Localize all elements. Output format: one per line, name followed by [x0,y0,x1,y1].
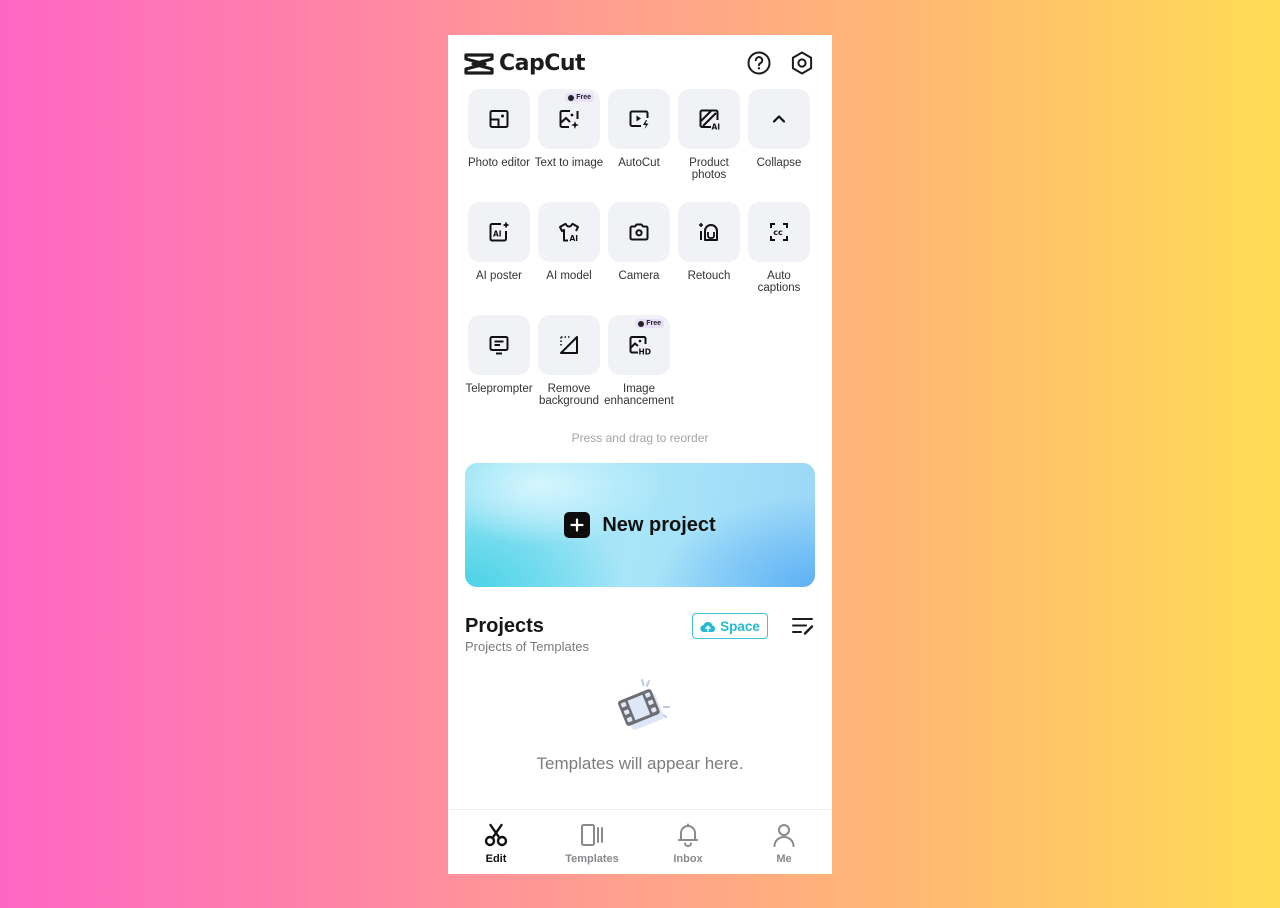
tool-label: Remove background [538,383,600,407]
tool-tile[interactable]: cc [748,202,810,262]
svg-text:cc: cc [773,228,783,237]
tool-label: Teleprompter [465,383,533,395]
tool-tile[interactable]: AI [678,89,740,149]
new-project-button[interactable]: New project [465,463,815,587]
tab-inbox[interactable]: Inbox [640,810,736,874]
ai-poster-icon: AI [489,222,509,242]
cloud-upload-icon [700,621,716,632]
tool-collapse[interactable]: Collapse [744,89,814,169]
person-icon [773,824,795,847]
help-icon[interactable] [746,50,772,76]
bell-icon [678,823,698,847]
tool-retouch[interactable]: Retouch [674,202,744,282]
tool-remove-background[interactable]: Remove background [534,315,604,407]
tab-label: Edit [485,853,507,865]
tool-tile[interactable] [608,89,670,149]
free-badge-label: Free [646,320,661,327]
settings-icon[interactable] [789,50,815,76]
film-clip-illustration-icon [617,679,670,730]
tool-tile[interactable]: Free HD [608,315,670,375]
tool-label: AutoCut [618,157,660,169]
tab-me[interactable]: Me [736,810,832,874]
remove-background-icon [560,336,578,354]
chevron-up-icon [772,115,786,123]
svg-text:AI: AI [570,234,579,243]
product-photos-icon: AI [699,109,721,132]
new-project-label: New project [602,513,716,536]
tool-ai-poster[interactable]: AI AI poster [464,202,534,282]
plus-icon [564,512,591,538]
free-badge-label: Free [576,94,591,101]
tab-label: Templates [565,853,619,865]
tool-text-to-image[interactable]: Free Text to image [534,89,604,169]
tool-label: Camera [618,270,660,282]
header: CapCut [448,35,832,90]
tool-tile[interactable]: AI [538,202,600,262]
tool-product-photos[interactable]: AI Product photos [674,89,744,181]
app-screen: CapCut Photo editor Free Text to image A… [448,35,832,874]
tool-tile[interactable] [678,202,740,262]
templates-icon [581,824,603,846]
free-dot-icon [638,320,645,327]
svg-text:HD: HD [639,348,652,357]
tool-label: AI poster [475,270,523,282]
tool-ai-model[interactable]: AI AI model [534,202,604,282]
sort-edit-icon[interactable] [791,616,815,636]
tool-autocut[interactable]: AutoCut [604,89,674,169]
tool-image-enhancement[interactable]: Free HD Image enhancement [604,315,674,407]
projects-subtitle: Projects of Templates [465,639,590,654]
tool-tile[interactable]: Free [538,89,600,149]
tool-tile[interactable]: AI [468,202,530,262]
camera-icon [629,223,649,241]
space-button[interactable]: Space [692,613,768,639]
tab-edit[interactable]: Edit [448,810,544,874]
teleprompter-icon [489,336,509,355]
tool-label: Photo editor [467,157,530,169]
bottom-tab-bar: Edit Templates Inbox Me [448,809,832,874]
tool-label: AI model [546,270,592,282]
free-badge: Free [565,93,594,102]
capcut-logo-icon [464,52,494,75]
autocut-icon [629,110,649,129]
svg-text:AI: AI [712,123,721,132]
tool-auto-captions[interactable]: cc Auto captions [744,202,814,294]
projects-title: Projects [465,615,544,637]
tool-label: Product photos [689,157,729,181]
tool-tile[interactable] [468,89,530,149]
tab-label: Inbox [673,853,703,865]
tool-label: Retouch [687,270,731,282]
tool-label: Text to image [534,157,604,169]
ai-model-icon: AI [559,222,579,243]
tool-camera[interactable]: Camera [604,202,674,282]
image-enhancement-icon: HD [629,336,652,357]
reorder-hint: Press and drag to reorder [571,431,709,445]
space-label: Space [720,618,760,634]
tool-tile[interactable] [538,315,600,375]
tool-label: Image enhancement [604,383,674,407]
tool-teleprompter[interactable]: Teleprompter [464,315,534,395]
capcut-logo: CapCut [464,51,586,76]
tool-tile[interactable] [468,315,530,375]
auto-captions-icon: cc [770,223,788,241]
empty-state-text: Templates will appear here. [536,754,744,773]
retouch-icon [699,223,718,241]
tool-photo-editor[interactable]: Photo editor [464,89,534,169]
svg-text:AI: AI [493,230,502,239]
free-badge: Free [635,319,664,328]
tab-templates[interactable]: Templates [544,810,640,874]
photo-editor-icon [489,110,509,128]
tool-label: Collapse [756,157,802,169]
free-dot-icon [568,94,575,101]
scissors-icon [484,823,508,847]
tool-tile[interactable] [608,202,670,262]
tool-label: Auto captions [757,270,801,294]
tool-tile[interactable] [748,89,810,149]
app-name: CapCut [499,51,586,76]
tab-label: Me [776,853,792,865]
text-to-image-icon [559,110,579,129]
